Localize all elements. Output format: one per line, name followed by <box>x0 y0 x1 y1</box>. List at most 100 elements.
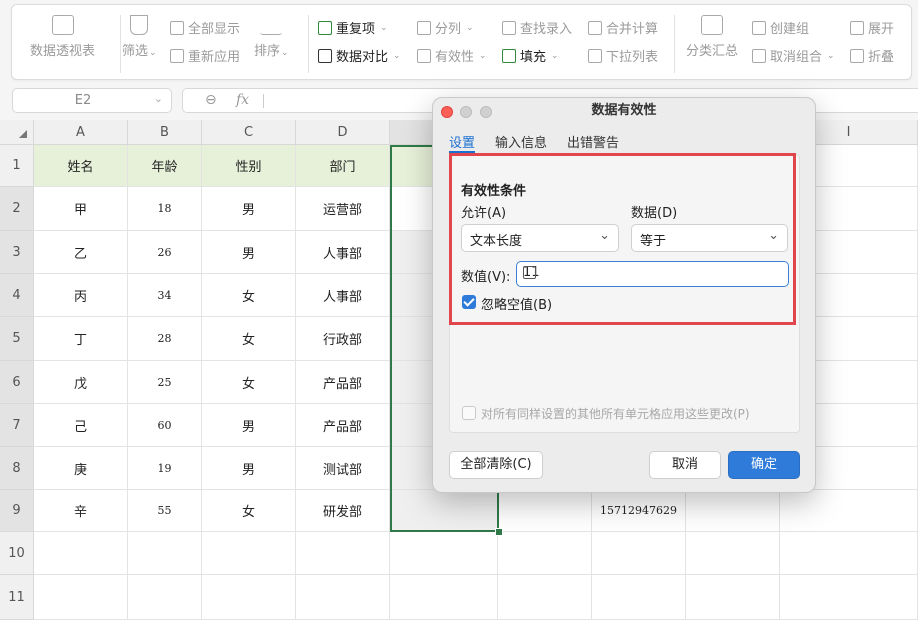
table-cell[interactable]: 60 <box>128 404 202 447</box>
table-cell[interactable] <box>296 575 390 620</box>
table-cell[interactable]: 丙 <box>34 274 128 317</box>
table-cell[interactable] <box>202 532 296 575</box>
duplicates-button[interactable]: 重复项 ⌄ <box>318 18 388 37</box>
column-header[interactable]: B <box>128 120 202 145</box>
find-entry-button[interactable]: 查找录入 <box>502 18 572 37</box>
table-cell[interactable] <box>34 532 128 575</box>
table-cell[interactable] <box>390 532 498 575</box>
chevron-down-icon[interactable]: ⌄ <box>154 92 163 105</box>
table-cell[interactable] <box>686 575 780 620</box>
table-cell[interactable]: 19 <box>128 447 202 490</box>
row-header[interactable]: 10 <box>0 532 34 575</box>
row-header[interactable]: 5 <box>0 317 34 361</box>
row-header[interactable]: 8 <box>0 447 34 490</box>
row-header[interactable]: 4 <box>0 274 34 317</box>
header-cell[interactable]: 年龄 <box>128 145 202 187</box>
table-cell[interactable] <box>128 532 202 575</box>
zoom-icon[interactable]: ⊖ <box>205 92 217 108</box>
dropdown-list-button[interactable]: 下拉列表 <box>588 46 658 65</box>
fill-handle[interactable] <box>495 528 503 536</box>
ungroup-button[interactable]: 取消组合 ⌄ <box>752 46 835 65</box>
table-cell[interactable]: 运营部 <box>296 187 390 231</box>
table-cell[interactable]: 25 <box>128 361 202 404</box>
show-all-button[interactable]: 全部显示 <box>170 18 240 37</box>
row-header[interactable]: 3 <box>0 231 34 274</box>
validity-button[interactable]: 有效性 ⌄ <box>417 46 487 65</box>
table-cell[interactable]: 产品部 <box>296 361 390 404</box>
table-cell[interactable]: 女 <box>202 490 296 532</box>
table-cell[interactable]: 女 <box>202 317 296 361</box>
table-cell[interactable]: 28 <box>128 317 202 361</box>
fx-icon[interactable]: fx <box>236 92 249 108</box>
table-cell[interactable]: 男 <box>202 404 296 447</box>
table-cell[interactable]: 34 <box>128 274 202 317</box>
compare-button[interactable]: 数据对比 ⌄ <box>318 46 401 65</box>
collapse-button[interactable]: 折叠 <box>850 46 894 65</box>
header-cell[interactable]: 部门 <box>296 145 390 187</box>
table-cell[interactable] <box>780 575 918 620</box>
row-header[interactable]: 6 <box>0 361 34 404</box>
create-group-button[interactable]: 创建组 <box>752 18 809 37</box>
table-cell[interactable] <box>780 490 918 532</box>
subtotal-button[interactable]: 分类汇总 <box>686 15 738 59</box>
table-cell[interactable]: 男 <box>202 447 296 490</box>
table-cell[interactable]: 戊 <box>34 361 128 404</box>
expand-button[interactable]: 展开 <box>850 18 894 37</box>
table-cell[interactable]: 女 <box>202 361 296 404</box>
header-cell[interactable]: 姓名 <box>34 145 128 187</box>
table-cell[interactable] <box>34 575 128 620</box>
table-cell[interactable]: 乙 <box>34 231 128 274</box>
table-cell[interactable]: 产品部 <box>296 404 390 447</box>
table-cell[interactable] <box>128 575 202 620</box>
table-cell[interactable] <box>498 532 592 575</box>
row-header[interactable]: 11 <box>0 575 34 620</box>
table-cell[interactable]: 男 <box>202 187 296 231</box>
table-cell[interactable]: 研发部 <box>296 490 390 532</box>
table-cell[interactable] <box>592 575 686 620</box>
column-header[interactable]: A <box>34 120 128 145</box>
pivot-table-button[interactable]: 数据透视表 <box>30 15 95 59</box>
table-cell[interactable] <box>498 490 592 532</box>
column-header[interactable]: D <box>296 120 390 145</box>
reapply-button[interactable]: 重新应用 <box>170 46 240 65</box>
table-cell[interactable]: 人事部 <box>296 274 390 317</box>
table-cell[interactable]: 庚 <box>34 447 128 490</box>
cancel-button[interactable]: 取消 <box>649 451 721 479</box>
table-cell[interactable] <box>498 575 592 620</box>
table-cell[interactable]: 人事部 <box>296 231 390 274</box>
apply-all-checkbox[interactable] <box>462 406 476 420</box>
row-header[interactable]: 7 <box>0 404 34 447</box>
table-cell[interactable]: 18 <box>128 187 202 231</box>
table-cell[interactable]: 丁 <box>34 317 128 361</box>
tab-input-message[interactable]: 输入信息 <box>495 132 547 151</box>
table-cell[interactable]: 26 <box>128 231 202 274</box>
fill-button[interactable]: 填充 ⌄ <box>502 46 559 65</box>
table-cell[interactable] <box>686 532 780 575</box>
name-box[interactable]: E2 ⌄ <box>12 88 172 113</box>
merge-calc-button[interactable]: 合并计算 <box>588 18 658 37</box>
table-cell[interactable]: 55 <box>128 490 202 532</box>
table-cell[interactable] <box>202 575 296 620</box>
tab-error-alert[interactable]: 出错警告 <box>567 132 619 151</box>
sort-button[interactable]: 排序⌄ <box>254 15 289 59</box>
table-cell[interactable] <box>686 490 780 532</box>
table-cell[interactable]: 测试部 <box>296 447 390 490</box>
table-cell[interactable]: 甲 <box>34 187 128 231</box>
table-cell[interactable]: 行政部 <box>296 317 390 361</box>
filter-button[interactable]: 筛选⌄ <box>122 15 157 59</box>
table-cell[interactable]: 男 <box>202 231 296 274</box>
table-cell[interactable] <box>592 532 686 575</box>
table-cell[interactable] <box>780 532 918 575</box>
split-button[interactable]: 分列 ⌄ <box>417 18 474 37</box>
ok-button[interactable]: 确定 <box>728 451 800 479</box>
row-header[interactable]: 2 <box>0 187 34 231</box>
tab-settings[interactable]: 设置 <box>449 132 475 151</box>
header-cell[interactable]: 性别 <box>202 145 296 187</box>
table-cell[interactable] <box>390 575 498 620</box>
row-header[interactable]: 1 <box>0 145 34 187</box>
table-cell[interactable]: 己 <box>34 404 128 447</box>
table-cell[interactable]: 辛 <box>34 490 128 532</box>
clear-all-button[interactable]: 全部清除(C) <box>449 451 543 479</box>
table-cell[interactable]: 15712947629 <box>592 490 686 532</box>
table-cell[interactable] <box>390 490 498 532</box>
